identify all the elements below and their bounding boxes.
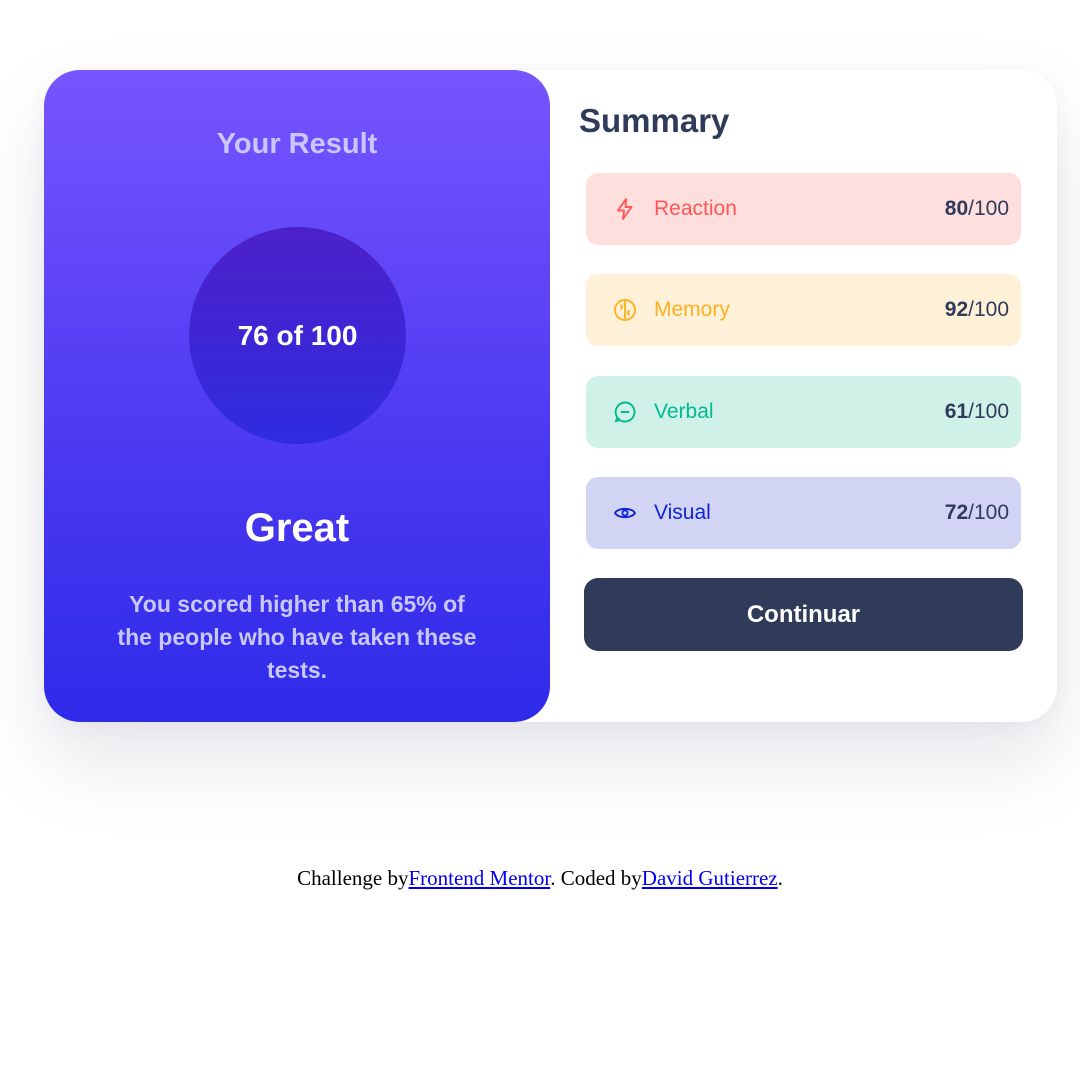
- summary-score-visual-total: /100: [968, 501, 1009, 524]
- summary-label-reaction: Reaction: [654, 197, 737, 220]
- brain-icon: [612, 297, 638, 323]
- result-verdict: Great: [244, 506, 350, 550]
- results-card: Your Result 76 of 100 Great You scored h…: [44, 70, 1057, 722]
- summary-score-reaction-total: /100: [968, 197, 1009, 220]
- summary-label-memory: Memory: [654, 298, 730, 321]
- chat-bubble-icon: [612, 399, 638, 425]
- summary-score-verbal-total: /100: [968, 400, 1009, 423]
- summary-score-visual-value: 72: [944, 501, 969, 524]
- summary-score-visual: 72/100: [945, 501, 1009, 525]
- attribution-prefix: Challenge by: [297, 866, 409, 890]
- summary-score-verbal-value: 61: [944, 400, 969, 423]
- continue-button[interactable]: Continuar: [584, 578, 1023, 651]
- result-description: You scored higher than 65% of the people…: [117, 591, 477, 683]
- summary-row-verbal: Verbal 61/100: [586, 376, 1021, 448]
- score-value: 76 of 100: [237, 319, 358, 351]
- summary-label-visual: Visual: [654, 501, 711, 524]
- summary-score-memory: 92/100: [945, 298, 1009, 322]
- lightning-icon: [612, 196, 638, 222]
- summary-label-verbal: Verbal: [654, 400, 714, 423]
- summary-score-memory-value: 92: [944, 298, 969, 321]
- summary-score-memory-total: /100: [968, 298, 1009, 321]
- summary-row-memory: Memory 92/100: [586, 274, 1021, 346]
- frontend-mentor-link[interactable]: Frontend Mentor: [408, 866, 550, 890]
- summary-score-reaction: 80/100: [945, 197, 1009, 221]
- result-title: Your Result: [216, 128, 378, 160]
- summary-score-reaction-value: 80: [944, 197, 969, 220]
- summary-title: Summary: [579, 102, 730, 139]
- summary-panel: Summary Reaction 80/100 Memory 92/100 Ve…: [579, 70, 1024, 722]
- attribution: Challenge byFrontend Mentor. Coded byDav…: [0, 866, 1080, 891]
- attribution-suffix: .: [777, 866, 783, 890]
- attribution-middle: . Coded by: [550, 866, 642, 890]
- summary-row-visual: Visual 72/100: [586, 477, 1021, 549]
- result-panel: Your Result 76 of 100 Great You scored h…: [44, 70, 550, 722]
- summary-score-verbal: 61/100: [945, 400, 1009, 424]
- score-circle: 76 of 100: [189, 227, 406, 444]
- author-link[interactable]: David Gutierrez: [642, 866, 778, 890]
- eye-icon: [612, 500, 638, 526]
- summary-row-reaction: Reaction 80/100: [586, 173, 1021, 245]
